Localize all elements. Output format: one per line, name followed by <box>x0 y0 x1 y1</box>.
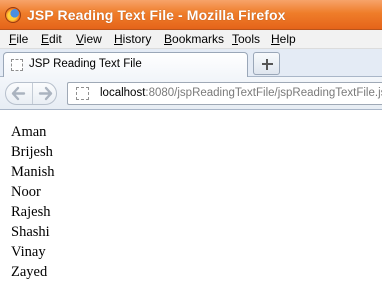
url-text[interactable]: localhost:8080/jspReadingTextFile/jspRea… <box>100 87 382 99</box>
list-item: Brijesh <box>11 144 53 160</box>
menu-view[interactable]: View <box>76 32 102 46</box>
window-title: JSP Reading Text File - Mozilla Firefox <box>27 7 286 23</box>
address-bar[interactable]: localhost:8080/jspReadingTextFile/jspRea… <box>67 82 382 105</box>
list-item: Zayed <box>11 264 48 280</box>
back-arrow-icon <box>11 86 26 101</box>
url-host: localhost <box>100 87 146 99</box>
list-item: Manish <box>11 164 55 180</box>
firefox-logo-icon <box>5 7 21 23</box>
menu-file[interactable]: File <box>9 32 28 46</box>
menu-help[interactable]: Help <box>271 32 296 46</box>
tab-jsp-reading-text-file[interactable]: JSP Reading Text File <box>3 52 248 77</box>
menu-bar: File Edit View History Bookmarks Tools H… <box>0 30 382 49</box>
list-item: Aman <box>11 124 47 140</box>
site-identity-icon[interactable] <box>76 87 89 100</box>
back-button[interactable] <box>6 83 31 104</box>
new-tab-button[interactable] <box>253 52 280 75</box>
list-item: Rajesh <box>11 204 51 220</box>
window-title-bar[interactable]: JSP Reading Text File - Mozilla Firefox <box>0 0 382 30</box>
menu-tools[interactable]: Tools <box>232 32 260 46</box>
navigation-toolbar: localhost:8080/jspReadingTextFile/jspRea… <box>0 77 382 110</box>
url-path: :8080/jspReadingTextFile/jspReadingTextF… <box>145 87 382 99</box>
menu-history[interactable]: History <box>114 32 151 46</box>
list-item: Shashi <box>11 224 50 240</box>
tab-label: JSP Reading Text File <box>29 58 142 70</box>
menu-edit[interactable]: Edit <box>41 32 62 46</box>
name-list: Aman Brijesh Manish Noor Rajesh Shashi V… <box>11 122 55 282</box>
tab-strip: JSP Reading Text File <box>0 49 382 77</box>
back-forward-group <box>5 82 57 105</box>
page-content: Aman Brijesh Manish Noor Rajesh Shashi V… <box>0 111 382 287</box>
list-item: Vinay <box>11 244 46 260</box>
forward-button[interactable] <box>32 83 57 104</box>
page-favicon-icon <box>11 59 23 71</box>
menu-bookmarks[interactable]: Bookmarks <box>164 32 224 46</box>
list-item: Noor <box>11 184 41 200</box>
forward-arrow-icon <box>38 86 53 101</box>
